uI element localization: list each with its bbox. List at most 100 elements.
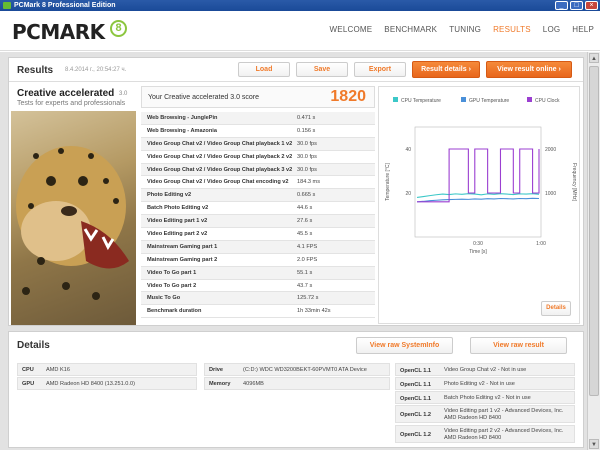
- scroll-up-arrow-icon[interactable]: ▲: [589, 53, 599, 63]
- score-value: 1820: [330, 88, 366, 105]
- result-value: 4.1 FPS: [297, 243, 318, 250]
- chevron-right-icon: ›: [468, 66, 471, 73]
- chart-details-button[interactable]: Details: [541, 301, 571, 316]
- window-title: PCMark 8 Professional Edition: [14, 2, 116, 9]
- view-raw-systeminfo-button[interactable]: View raw SystemInfo: [356, 337, 453, 354]
- nav-results[interactable]: RESULTS: [493, 25, 531, 34]
- nav-benchmark[interactable]: BENCHMARK: [384, 25, 437, 34]
- result-row: Batch Photo Editing v2 44.6 s: [141, 202, 375, 216]
- result-name: Video To Go part 1: [147, 269, 197, 276]
- result-value: 0.156 s: [297, 127, 316, 134]
- result-row: Video To Go part 1 55.1 s: [141, 266, 375, 280]
- result-value: 0.471 s: [297, 115, 316, 121]
- test-version: 3.0: [119, 91, 128, 97]
- hw-row-memory: Memory 4096MB: [204, 377, 390, 390]
- hw-label: CPU: [22, 367, 34, 373]
- result-name: Batch Photo Editing v2: [147, 205, 209, 212]
- results-panel: Results 8.4.2014 г., 20:54:27 ч. Load Sa…: [8, 57, 584, 326]
- result-value: 0.665 s: [297, 192, 316, 199]
- leopard-illustration: [16, 146, 129, 300]
- nav-tuning[interactable]: TUNING: [449, 25, 481, 34]
- result-value: 30.0 fps: [297, 166, 317, 173]
- test-subtitle: Tests for experts and professionals: [17, 100, 126, 107]
- result-value: 125.72 s: [297, 295, 319, 302]
- hw-row-gpu: GPU AMD Radeon HD 8400 (13.251.0.0): [17, 377, 197, 390]
- result-name: Mainstream Gaming part 1: [147, 243, 218, 250]
- close-button[interactable]: ×: [585, 1, 598, 10]
- hw-value: AMD Radeon HD 8400 (13.251.0.0): [46, 381, 135, 387]
- result-row: Video Editing part 1 v2 27.6 s: [141, 215, 375, 229]
- result-value: 1h 33min 42s: [297, 308, 331, 315]
- legend-label: CPU Clock: [535, 98, 560, 104]
- vertical-scrollbar[interactable]: ▲ ▼: [587, 52, 600, 450]
- result-name: Video Group Chat v2 / Video Group Chat p…: [147, 140, 293, 147]
- pcmark-logo: PCMARK: [12, 20, 105, 44]
- result-name: Mainstream Gaming part 2: [147, 256, 218, 263]
- result-value: 184.3 ms: [297, 179, 321, 186]
- result-value: 44.6 s: [297, 205, 313, 212]
- scroll-down-arrow-icon[interactable]: ▼: [589, 439, 599, 449]
- monitoring-chart-svg: CPU Temperature GPU Temperature CPU Clock 2…: [385, 97, 577, 255]
- result-name: Web Browsing - Amazonia: [147, 127, 217, 134]
- hw-value: AMD K16: [46, 367, 70, 373]
- hw-row-drive: Drive (C:D:) WDC WD3200BEKT-60PVMT0 ATA …: [204, 363, 390, 376]
- export-button[interactable]: Export: [354, 62, 406, 77]
- series-line-cpu-temperature: [416, 193, 540, 198]
- score-box: Your Creative accelerated 3.0 score 1820: [141, 86, 375, 108]
- opencl-row: OpenCL 1.1 Batch Photo Editing v2 - Not …: [395, 391, 575, 404]
- nav-welcome[interactable]: WELCOME: [330, 25, 373, 34]
- chevron-right-icon: ›: [558, 66, 561, 73]
- legend-label: CPU Temperature: [401, 98, 441, 104]
- hw-row-cpu: CPU AMD K16: [17, 363, 197, 376]
- view-raw-result-button[interactable]: View raw result: [470, 337, 567, 354]
- result-row: Mainstream Gaming part 2 2.0 FPS: [141, 254, 375, 267]
- result-details-button[interactable]: Result details ›: [412, 61, 480, 78]
- opencl-row: OpenCL 1.2 Video Editing part 1 v2 - Adv…: [395, 405, 575, 423]
- result-row: Web Browsing - Amazonia 0.156 s: [141, 125, 375, 138]
- view-result-online-button[interactable]: View result online ›: [486, 61, 572, 78]
- results-title: Results: [17, 65, 54, 76]
- load-button[interactable]: Load: [238, 62, 290, 77]
- save-button[interactable]: Save: [296, 62, 348, 77]
- result-value: 30.0 fps: [297, 153, 317, 160]
- result-name: Video To Go part 2: [147, 282, 197, 289]
- hw-value: (C:D:) WDC WD3200BEKT-60PVMT0 ATA Device: [243, 367, 367, 373]
- y-right-tick-label: 2000: [545, 147, 556, 153]
- legend-swatch: [461, 97, 466, 102]
- y-right-axis-label: Frequency [MHz]: [571, 163, 577, 202]
- x-tick-label: 1:00: [536, 241, 546, 247]
- result-name: Video Editing part 1 v2: [147, 218, 208, 225]
- nav-log[interactable]: LOG: [543, 25, 561, 34]
- leopard-image: [11, 111, 136, 325]
- result-row: Benchmark duration 1h 33min 42s: [141, 305, 375, 319]
- results-date: 8.4.2014 г., 20:54:27 ч.: [65, 67, 127, 73]
- result-name: Video Group Chat v2 / Video Group Chat e…: [147, 179, 289, 186]
- details-title: Details: [17, 340, 50, 351]
- opencl-row: OpenCL 1.2 Video Editing part 2 v2 - Adv…: [395, 425, 575, 443]
- results-table: Web Browsing - JunglePin 0.471 s Web Brows…: [141, 112, 375, 319]
- hw-value: 4096MB: [243, 381, 264, 387]
- result-name: Video Editing part 2 v2: [147, 231, 208, 238]
- score-label: Your Creative accelerated 3.0 score: [148, 94, 260, 101]
- legend-swatch: [527, 97, 532, 102]
- results-header: Results 8.4.2014 г., 20:54:27 ч. Load Sa…: [9, 58, 583, 82]
- scroll-thumb[interactable]: [589, 66, 599, 396]
- hw-label: GPU: [22, 381, 35, 387]
- hw-label: Memory: [209, 381, 231, 387]
- result-row: Video Group Chat v2 / Video Group Chat e…: [141, 176, 375, 190]
- result-name: Web Browsing - JunglePin: [147, 115, 218, 121]
- y-left-tick-label: 20: [405, 191, 411, 197]
- legend-label: GPU Temperature: [469, 98, 509, 104]
- result-name: Video Group Chat v2 / Video Group Chat p…: [147, 166, 293, 173]
- y-left-axis-label: Temperature [°C]: [385, 162, 391, 200]
- monitoring-chart: CPU Temperature GPU Temperature CPU Clock 2…: [378, 86, 580, 324]
- minimize-button[interactable]: _: [555, 1, 568, 10]
- result-value: 55.1 s: [297, 269, 313, 276]
- result-value: 45.5 s: [297, 231, 313, 238]
- nav-help[interactable]: HELP: [572, 25, 594, 34]
- opencl-row: OpenCL 1.1 Video Group Chat v2 - Not in …: [395, 363, 575, 376]
- maximize-button[interactable]: □: [570, 1, 583, 10]
- y-right-tick-label: 1000: [545, 191, 556, 197]
- logo-badge-icon: 8: [110, 20, 127, 37]
- y-left-tick-label: 40: [405, 147, 411, 153]
